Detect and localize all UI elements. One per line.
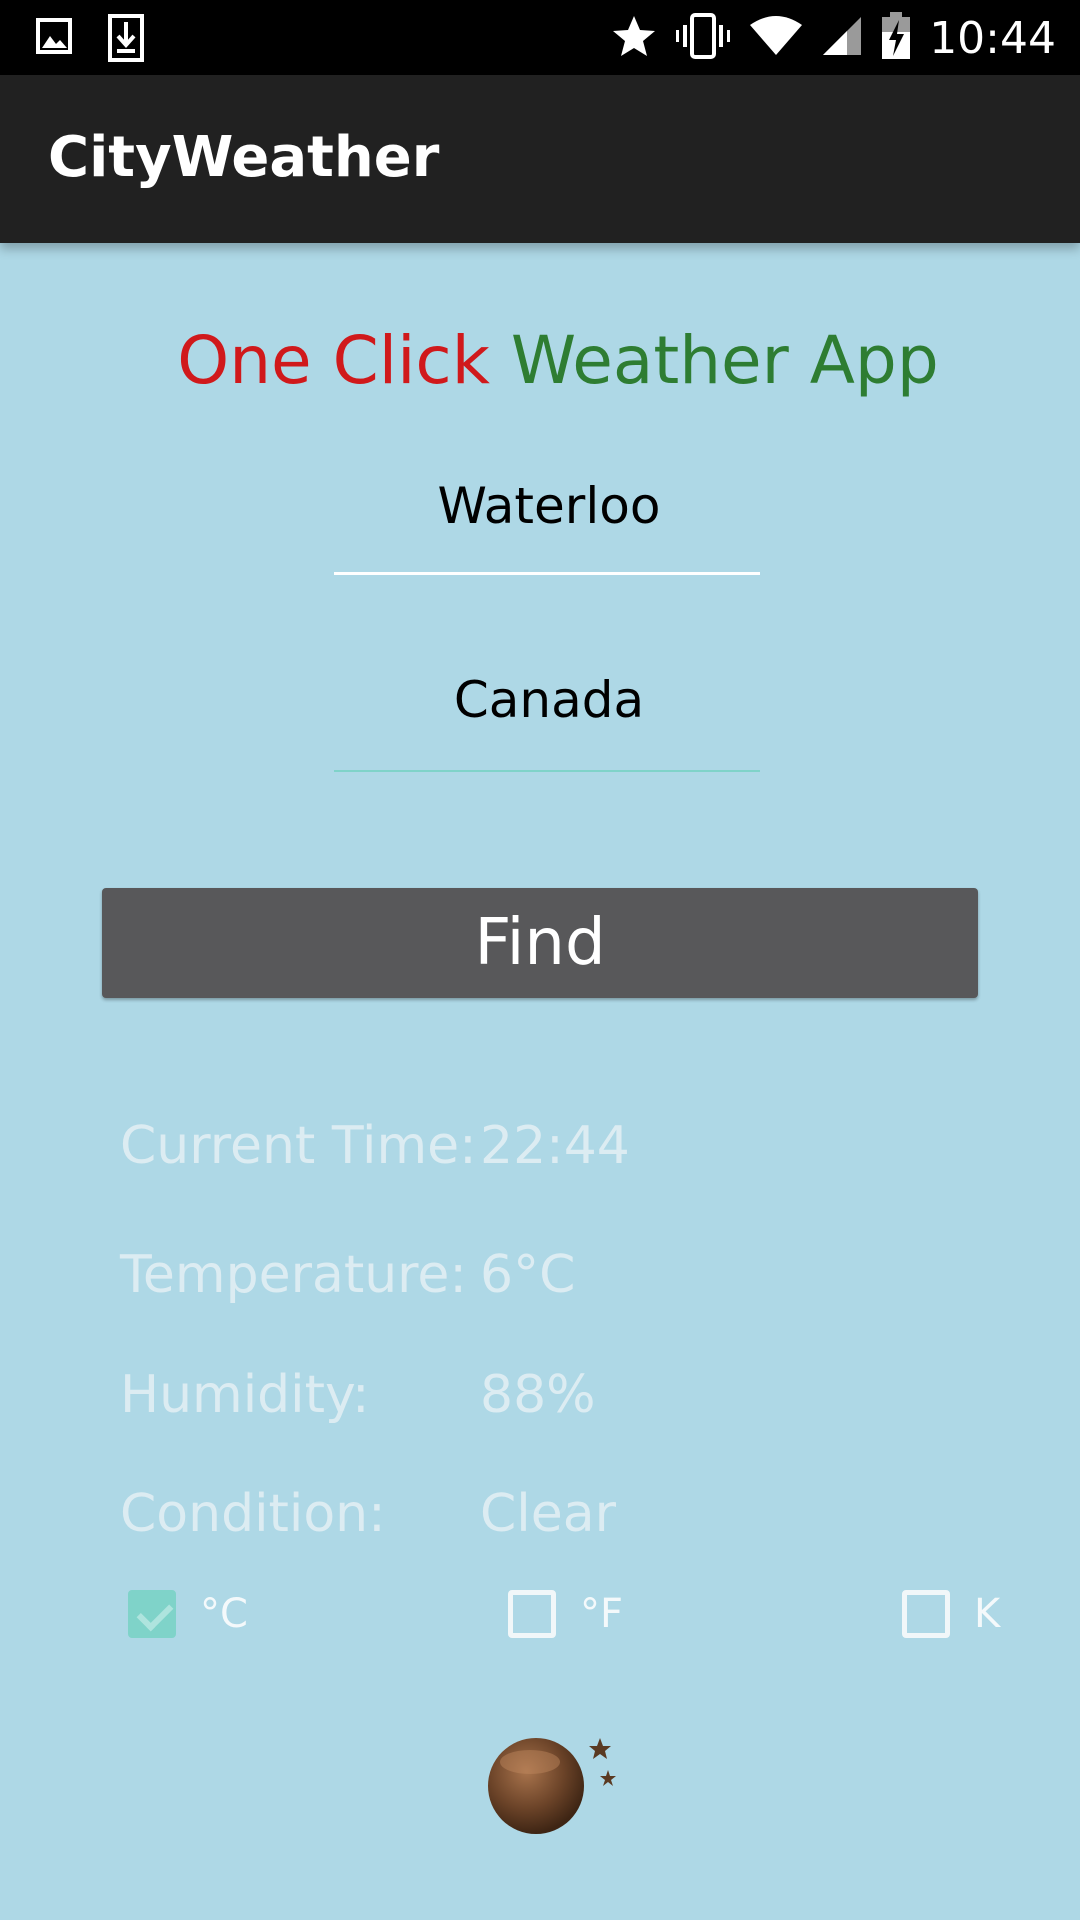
fahrenheit-label: °F xyxy=(580,1591,624,1637)
fahrenheit-checkbox[interactable]: °F xyxy=(508,1590,623,1638)
download-icon xyxy=(108,14,144,67)
celsius-checkbox-box[interactable] xyxy=(128,1590,176,1638)
condition-value: Clear xyxy=(480,1484,616,1544)
city-input-underline xyxy=(334,572,760,575)
image-icon xyxy=(36,14,72,67)
signal-icon xyxy=(821,15,863,62)
humidity-label: Humidity: xyxy=(120,1365,370,1425)
celsius-checkbox[interactable]: °C xyxy=(128,1590,248,1638)
headline-weather-app: Weather App xyxy=(510,322,939,399)
current-time-label: Current Time: xyxy=(120,1116,477,1176)
current-time-value: 22:44 xyxy=(480,1116,630,1176)
humidity-value: 88% xyxy=(480,1365,596,1425)
temperature-value: 6°C xyxy=(480,1245,576,1305)
headline: One Click Weather App xyxy=(0,322,1080,399)
app-bar: CityWeather xyxy=(0,75,1080,243)
city-input[interactable] xyxy=(334,460,764,552)
country-input[interactable] xyxy=(334,654,764,746)
condition-label: Condition: xyxy=(120,1484,386,1544)
fahrenheit-checkbox-box[interactable] xyxy=(508,1590,556,1638)
kelvin-checkbox-box[interactable] xyxy=(902,1590,950,1638)
headline-one-click: One Click xyxy=(177,322,490,399)
kelvin-checkbox[interactable]: K xyxy=(902,1590,1000,1638)
night-moon-stars-icon xyxy=(484,1736,624,1836)
kelvin-label: K xyxy=(974,1591,1001,1637)
battery-charging-icon xyxy=(881,11,911,65)
app-title: CityWeather xyxy=(48,125,440,190)
temperature-label: Temperature: xyxy=(120,1245,467,1305)
find-button[interactable]: Find xyxy=(102,888,978,998)
status-bar: 10:44 xyxy=(0,0,1080,75)
wifi-icon xyxy=(749,15,803,62)
country-input-underline xyxy=(334,770,760,772)
star-icon xyxy=(611,14,657,63)
status-time: 10:44 xyxy=(929,12,1056,64)
celsius-label: °C xyxy=(200,1591,248,1637)
vibrate-icon xyxy=(675,12,731,64)
